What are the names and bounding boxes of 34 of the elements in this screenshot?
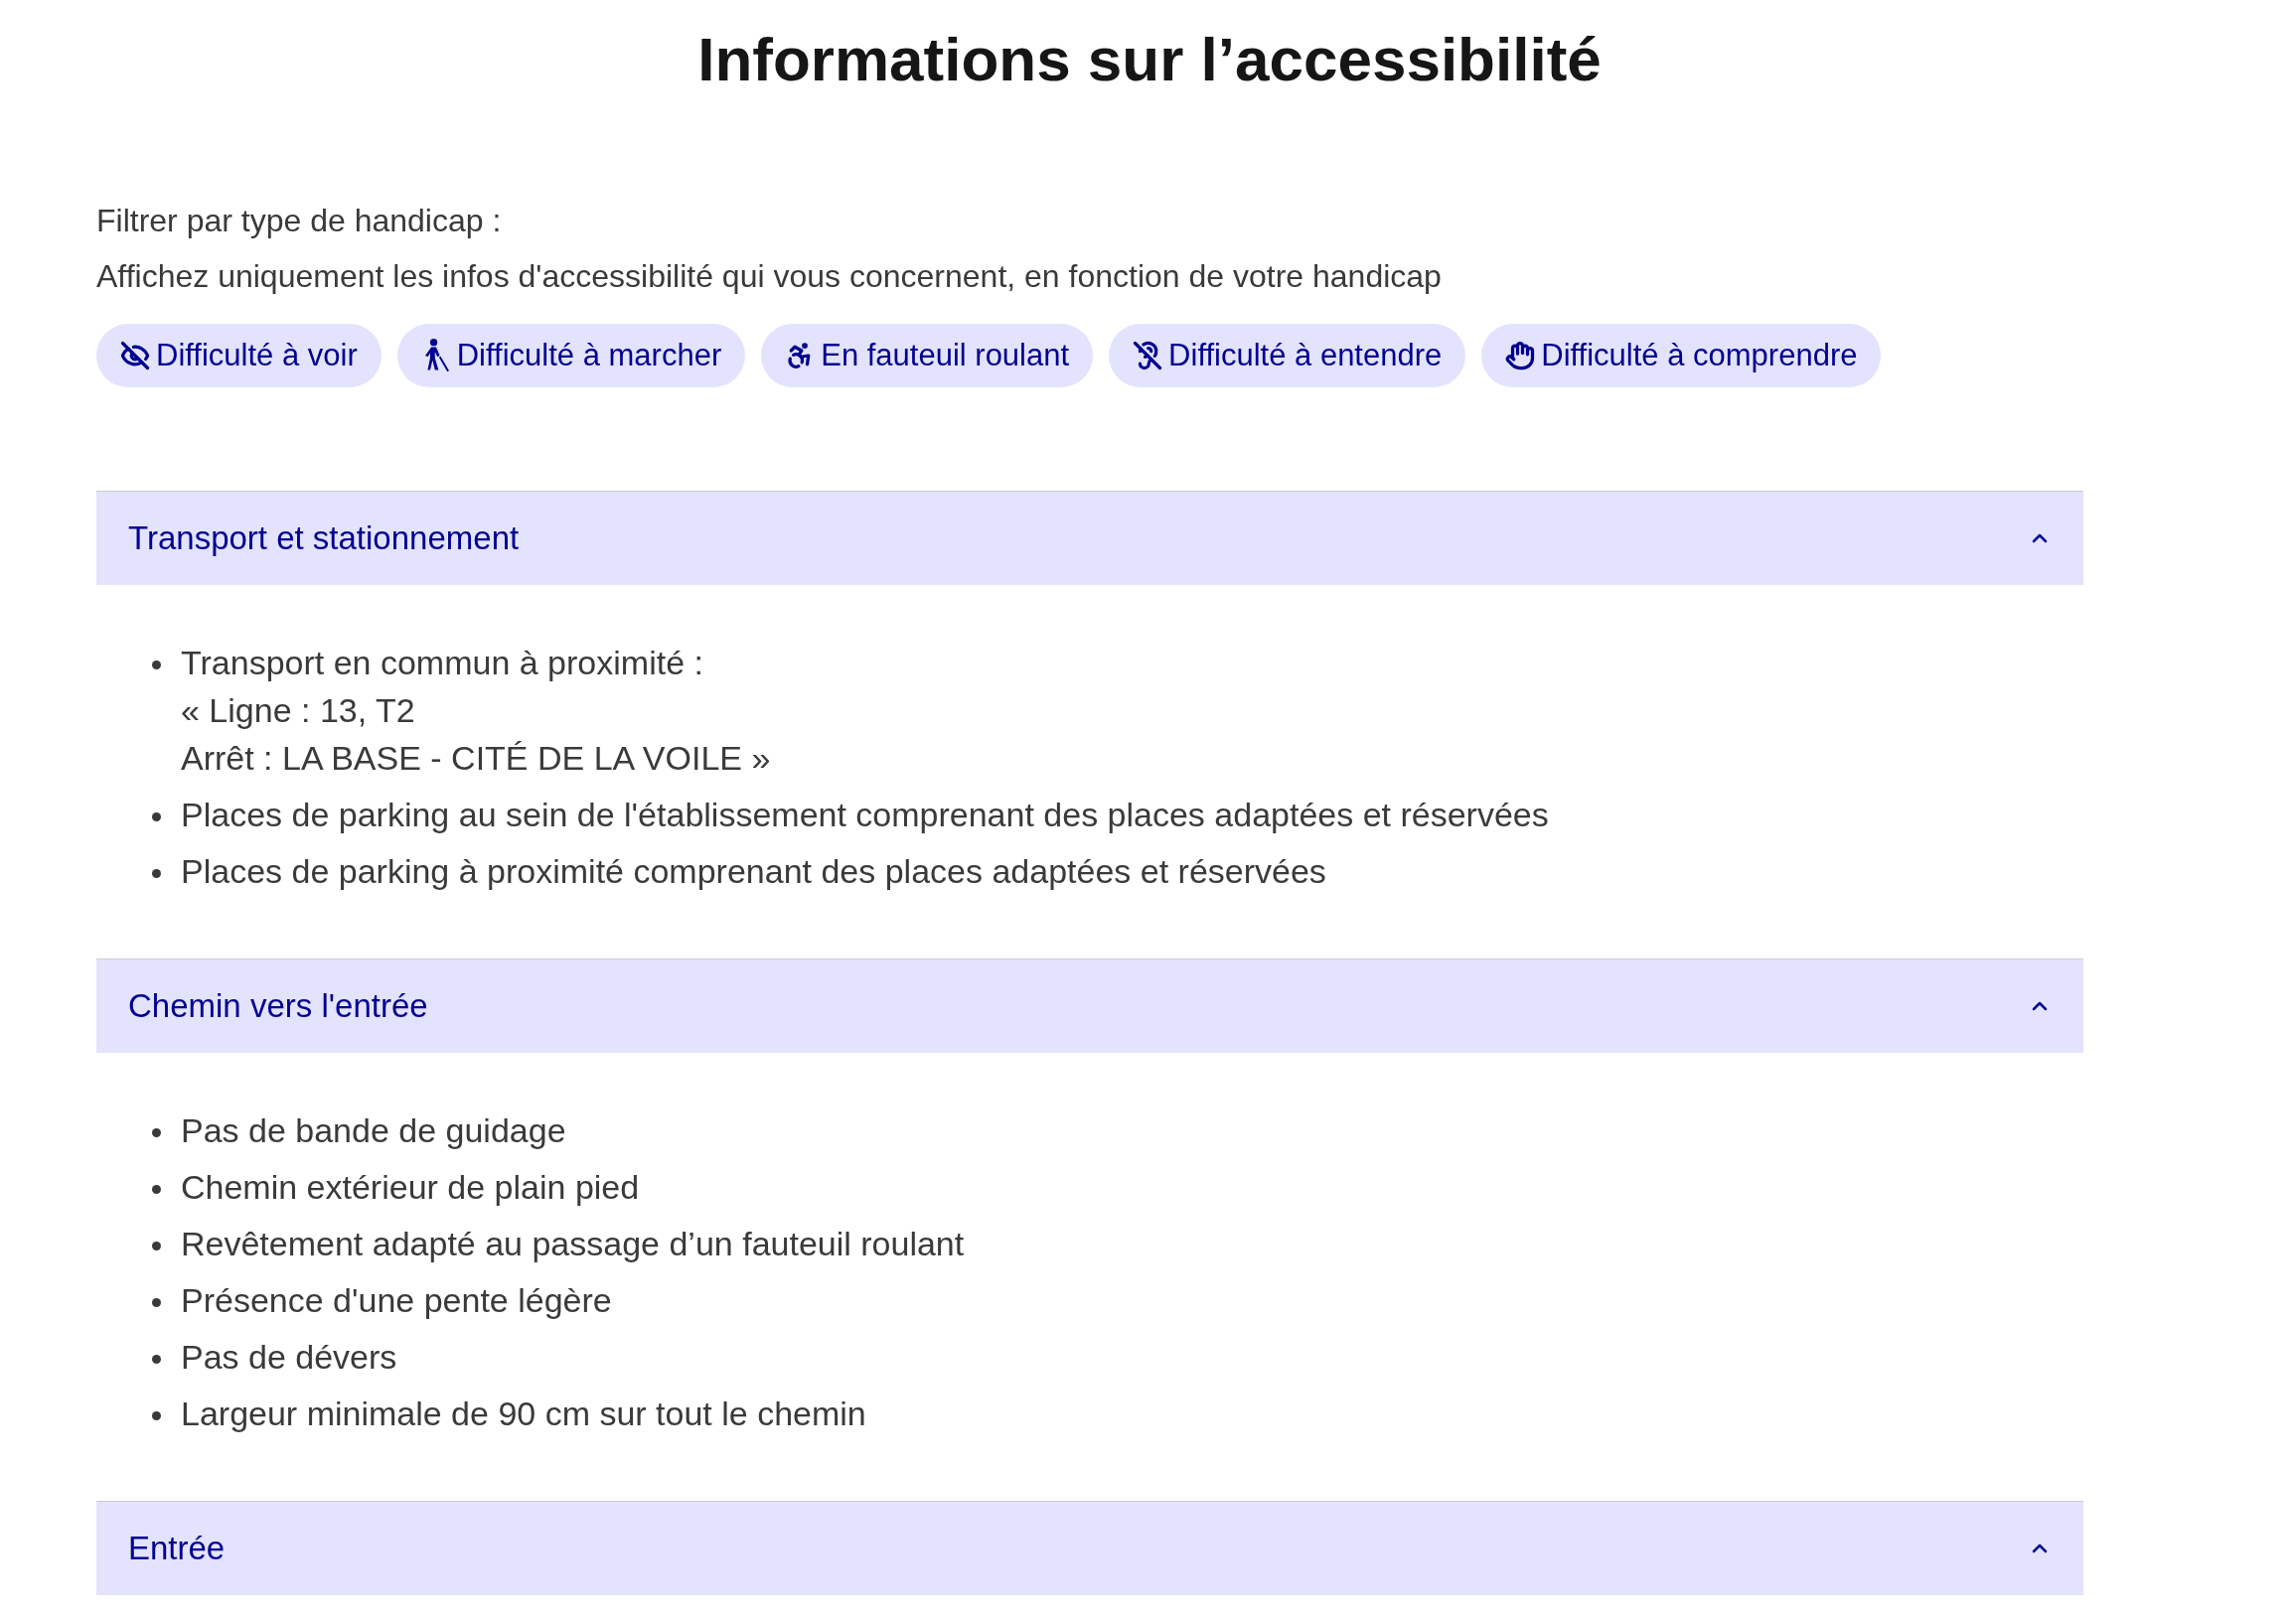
list-item-text: « Ligne : 13, T2: [181, 690, 416, 731]
bullet-icon: [152, 1355, 161, 1364]
bullet-icon: [152, 1242, 161, 1250]
filter-label: Filtrer par type de handicap :: [96, 202, 503, 240]
list-item-text: Places de parking à proximité comprenant des places adaptées et réservées: [181, 851, 1326, 892]
list-item-text: Transport en commun à proximité :: [181, 643, 704, 683]
bullet-icon: [152, 869, 161, 878]
filter-button[interactable]: Difficulté à entendre: [1109, 324, 1466, 387]
list-item-text: Places de parking au sein de l'établissement comprenant des places adaptées et réservées: [181, 795, 1549, 835]
filter-button[interactable]: Difficulté à voir: [96, 324, 382, 387]
ear-slash-icon: [1133, 341, 1163, 370]
accordion-header[interactable]: Entrée: [96, 1501, 2083, 1595]
list-item-text: Largeur minimale de 90 cm sur tout le chemin: [181, 1394, 866, 1434]
filter-button[interactable]: En fauteuil roulant: [761, 324, 1094, 387]
bullet-icon: [152, 661, 161, 669]
bullet-icon: [152, 1128, 161, 1137]
filter-button[interactable]: Difficulté à marcher: [396, 324, 746, 387]
filter-button[interactable]: Difficulté à comprendre: [1481, 324, 1882, 387]
list-item-text: Pas de dévers: [181, 1337, 397, 1378]
list-item-text: Pas de bande de guidage: [181, 1110, 566, 1151]
list-item-text: Chemin extérieur de plain pied: [181, 1167, 640, 1208]
bullet-icon: [152, 812, 161, 821]
accordion-header[interactable]: Chemin vers l'entrée: [96, 958, 2083, 1053]
accordion-header[interactable]: Transport et stationnement: [96, 491, 2083, 585]
eye-slash-icon: [120, 341, 150, 370]
filter-description: Affichez uniquement les infos d'accessibilité qui vous concernent, en fonction de votre handicap: [96, 257, 1443, 296]
list-item-text: Présence d'une pente légère: [181, 1280, 612, 1321]
bullet-icon: [152, 1298, 161, 1307]
list-item-text: Arrêt : LA BASE - CITÉ DE LA VOILE »: [181, 738, 771, 779]
page-title: Informations sur l’accessibilité: [696, 24, 1603, 95]
hand-icon: [1505, 341, 1536, 370]
bullet-icon: [152, 1411, 161, 1420]
bullet-icon: [152, 1185, 161, 1194]
list-item-text: Revêtement adapté au passage d’un fauteuil roulant: [181, 1224, 965, 1264]
